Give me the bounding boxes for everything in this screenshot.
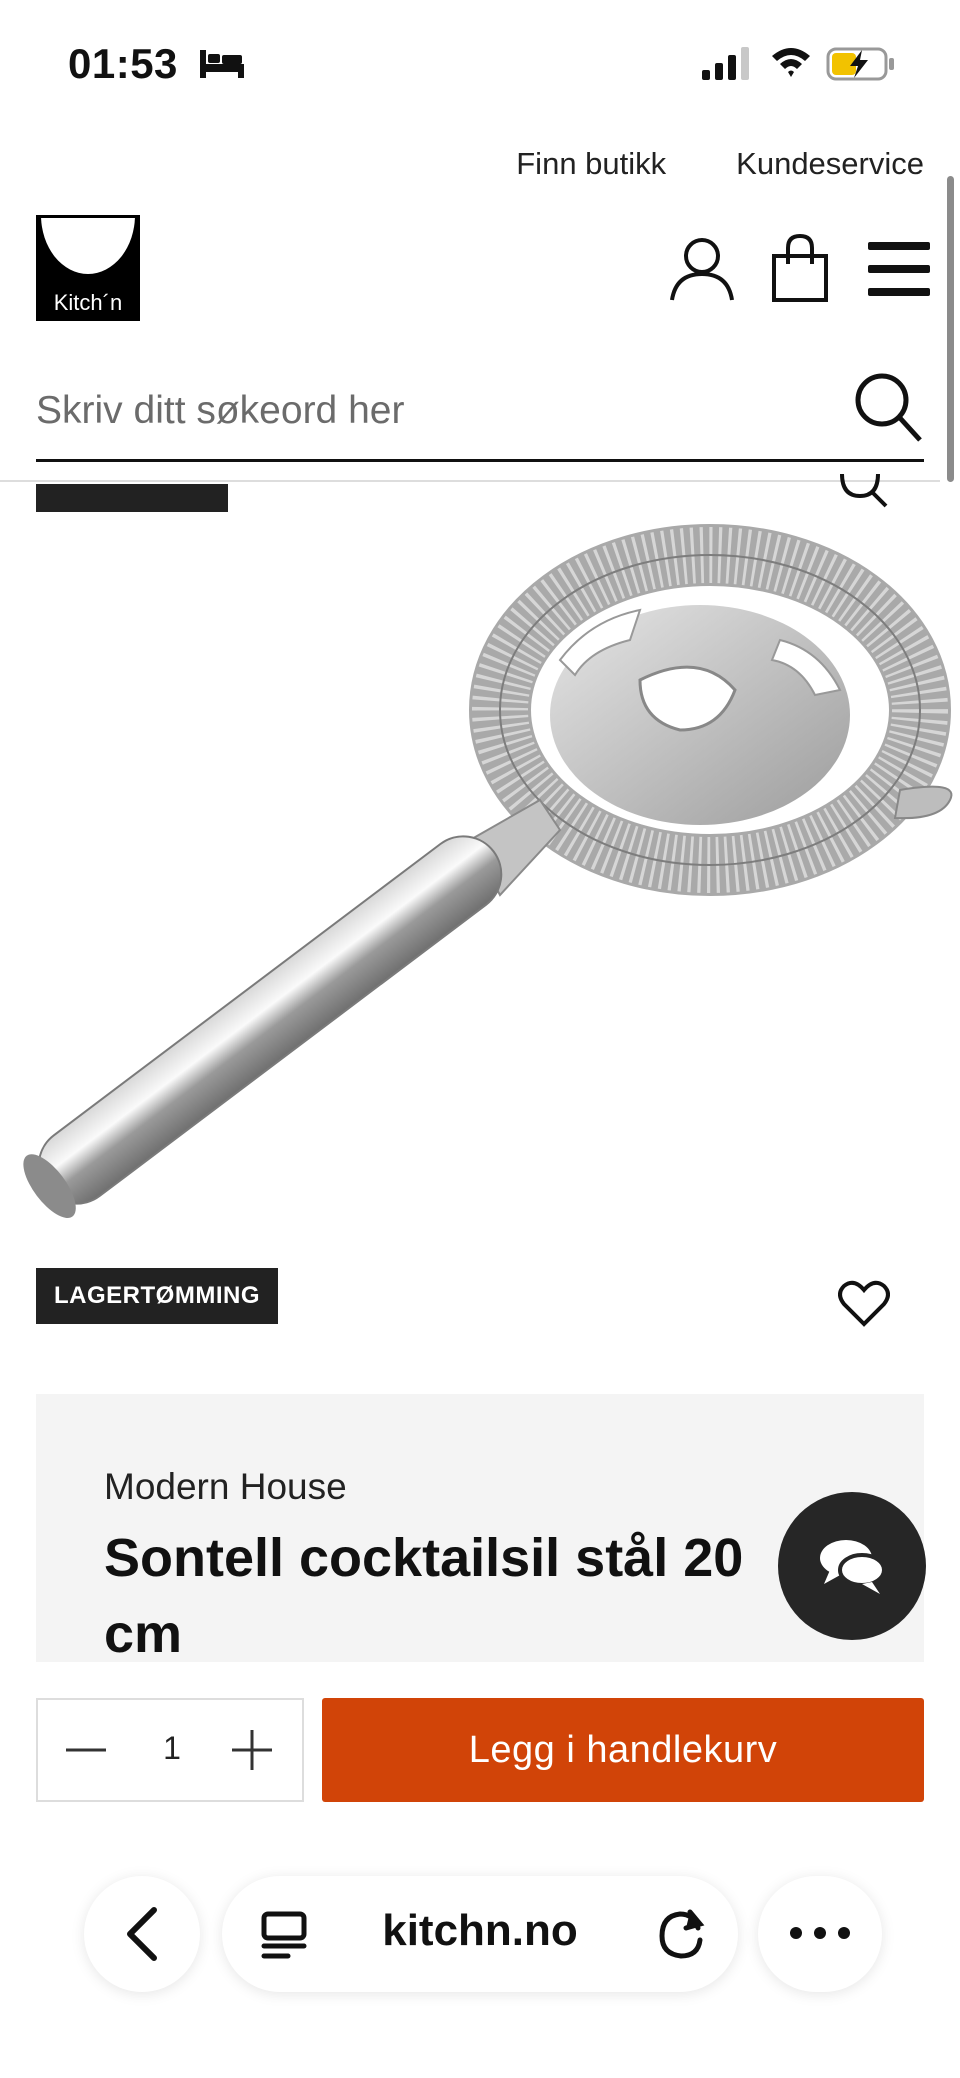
quantity-value[interactable]: 1: [148, 1730, 196, 1767]
cocktail-strainer-image: [23, 524, 953, 1218]
more-button[interactable]: [758, 1876, 882, 1992]
quantity-stepper: 1: [36, 1698, 304, 1802]
customer-service-link[interactable]: Kundeservice: [736, 146, 924, 182]
search-icon[interactable]: [854, 372, 924, 444]
url-text[interactable]: kitchn.no: [330, 1906, 630, 1956]
more-icon: [790, 1927, 850, 1939]
menu-icon[interactable]: [864, 238, 934, 300]
header-divider: [0, 480, 940, 482]
logo-bowl-shape: [39, 218, 137, 282]
tabs-icon[interactable]: [258, 1910, 310, 1960]
wifi-icon: [772, 48, 810, 77]
back-button[interactable]: [84, 1876, 200, 1992]
cart-icon[interactable]: [768, 234, 832, 302]
clearance-badge: LAGERTØMMING: [36, 1268, 278, 1324]
search-bar: [36, 360, 924, 462]
signal-icon: [702, 47, 749, 80]
heart-icon[interactable]: [838, 1280, 890, 1328]
search-input[interactable]: [36, 374, 816, 448]
bed-icon: [200, 50, 244, 78]
find-store-link[interactable]: Finn butikk: [516, 146, 666, 182]
top-links: Finn butikk Kundeservice: [516, 146, 924, 182]
reload-icon[interactable]: [654, 1906, 708, 1962]
chevron-left-icon: [127, 1907, 157, 1961]
minus-icon[interactable]: [62, 1726, 110, 1774]
chat-button[interactable]: [778, 1492, 926, 1640]
browser-toolbar: kitchn.no: [0, 1830, 960, 2078]
address-bar[interactable]: kitchn.no: [222, 1876, 738, 1992]
status-time: 01:53: [68, 40, 178, 87]
product-title: Sontell cocktailsil stål 20 cm: [104, 1528, 744, 1664]
chat-icon: [820, 1540, 886, 1594]
kitchn-logo[interactable]: Kitch´n: [36, 215, 140, 321]
product-brand[interactable]: Modern House: [104, 1466, 347, 1508]
logo-text: Kitch´n: [53, 290, 123, 315]
plus-icon[interactable]: [228, 1726, 276, 1774]
battery-charging-icon: [826, 47, 894, 81]
add-to-cart-button[interactable]: Legg i handlekurv: [322, 1698, 924, 1802]
account-icon[interactable]: [668, 236, 736, 302]
scrollbar[interactable]: [947, 176, 954, 482]
status-bar: 01:53: [0, 0, 960, 130]
